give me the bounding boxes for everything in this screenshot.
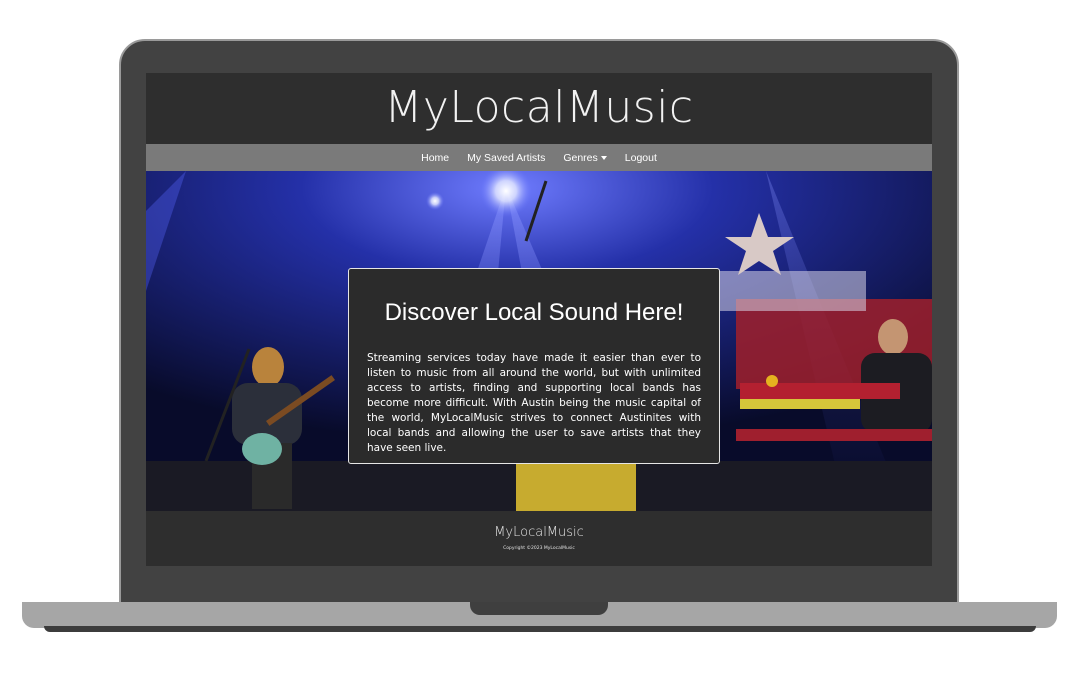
nav-genres-dropdown[interactable]: Genres	[563, 151, 607, 164]
footer-title: MyLocalMusic	[494, 525, 584, 540]
navbar: Home My Saved Artists Genres Logout	[146, 144, 932, 171]
site-title[interactable]: MyLocalMusic	[146, 73, 932, 138]
nav-home-link[interactable]: Home	[421, 152, 449, 164]
laptop-screen: MyLocalMusic Home My Saved Artists Genre…	[146, 73, 932, 566]
laptop-base-shadow	[44, 626, 1036, 632]
hero-heading: Discover Local Sound Here!	[384, 299, 684, 326]
laptop-notch	[470, 602, 608, 615]
footer-copyright: Copyright ©2023 MyLocalMusic	[503, 546, 575, 551]
site-header: MyLocalMusic	[146, 73, 932, 144]
hero-description: Streaming services today have made it ea…	[367, 352, 701, 454]
chevron-down-icon	[600, 155, 607, 160]
nav-saved-artists-link[interactable]: My Saved Artists	[467, 152, 545, 164]
site-footer: MyLocalMusic Copyright ©2023 MyLocalMusi…	[146, 511, 932, 566]
nav-genres-label: Genres	[563, 151, 598, 164]
hero-section: Discover Local Sound Here! Streaming ser…	[146, 171, 932, 511]
hero-card: Discover Local Sound Here! Streaming ser…	[348, 268, 720, 464]
nav-logout-link[interactable]: Logout	[625, 152, 657, 164]
